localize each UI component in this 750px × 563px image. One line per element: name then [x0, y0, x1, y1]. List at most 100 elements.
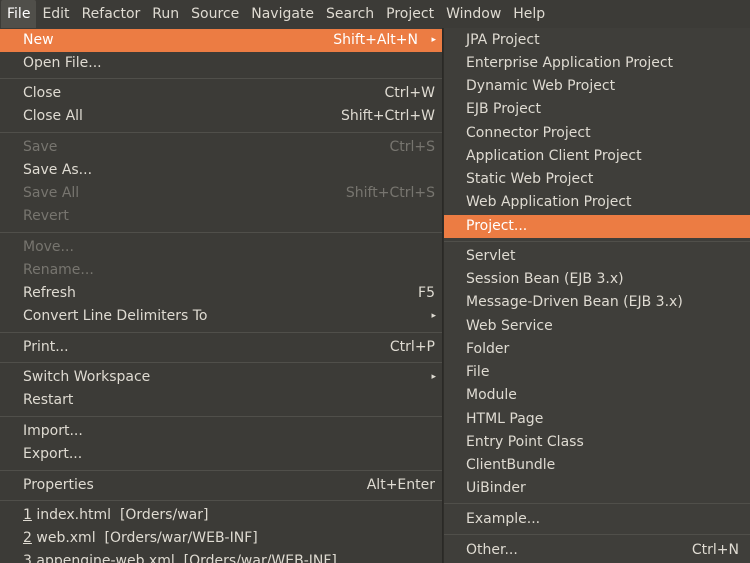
recent-file-number: 2 — [23, 530, 32, 546]
new-session-bean[interactable]: Session Bean (EJB 3.x) — [444, 268, 750, 291]
new-submenu: JPA Project Enterprise Application Proje… — [443, 28, 750, 563]
menu-item-convert-line-delimiters[interactable]: Convert Line Delimiters To ▸ — [0, 305, 442, 328]
menu-item-refresh[interactable]: Refresh F5 — [0, 282, 442, 305]
menu-item-label: HTML Page — [466, 411, 544, 427]
menu-item-label: Module — [466, 387, 517, 403]
menu-item-label: Application Client Project — [466, 148, 642, 164]
new-web-service[interactable]: Web Service — [444, 315, 750, 338]
new-servlet[interactable]: Servlet — [444, 245, 750, 268]
menu-run[interactable]: Run — [146, 0, 185, 28]
recent-file-item[interactable]: 2 web.xml [Orders/war/WEB-INF] — [0, 527, 442, 550]
new-message-driven-bean[interactable]: Message-Driven Bean (EJB 3.x) — [444, 291, 750, 314]
new-folder[interactable]: Folder — [444, 338, 750, 361]
menu-item-label: Open File... — [23, 55, 102, 71]
menu-item-label: UiBinder — [466, 480, 526, 496]
new-enterprise-application-project[interactable]: Enterprise Application Project — [444, 52, 750, 75]
new-html-page[interactable]: HTML Page — [444, 408, 750, 431]
menu-item-revert[interactable]: Revert — [0, 205, 442, 228]
menu-separator — [0, 232, 442, 233]
menu-project[interactable]: Project — [380, 0, 440, 28]
menu-item-shortcut: Shift+Ctrl+W — [340, 108, 435, 124]
menu-item-switch-workspace[interactable]: Switch Workspace ▸ — [0, 366, 442, 389]
menu-edit[interactable]: Edit — [36, 0, 75, 28]
menu-item-label: Enterprise Application Project — [466, 55, 674, 71]
menu-item-label: Other... — [466, 542, 518, 558]
submenu-arrow-icon: ▸ — [431, 372, 436, 382]
menu-separator — [0, 362, 442, 363]
recent-file-item[interactable]: 1 index.html [Orders/war] — [0, 504, 442, 527]
new-uibinder[interactable]: UiBinder — [444, 477, 750, 500]
recent-file-item[interactable]: 3 appengine-web.xml [Orders/war/WEB-INF] — [0, 550, 442, 563]
menu-item-save-all[interactable]: Save All Shift+Ctrl+S — [0, 182, 442, 205]
menu-item-open-file[interactable]: Open File... — [0, 52, 442, 75]
menu-item-label: Message-Driven Bean (EJB 3.x) — [466, 294, 683, 310]
menu-refactor[interactable]: Refactor — [76, 0, 147, 28]
recent-file-path: [Orders/war/WEB-INF] — [183, 553, 337, 563]
menu-navigate[interactable]: Navigate — [245, 0, 320, 28]
menu-item-shortcut: Alt+Enter — [366, 477, 435, 493]
menu-item-shortcut: Shift+Alt+N — [333, 32, 418, 48]
new-static-web-project[interactable]: Static Web Project — [444, 168, 750, 191]
menu-item-label: Servlet — [466, 248, 516, 264]
menu-item-label: Restart — [23, 392, 74, 408]
menu-item-export[interactable]: Export... — [0, 443, 442, 466]
menu-separator — [0, 332, 442, 333]
menu-item-import[interactable]: Import... — [0, 420, 442, 443]
menu-separator — [0, 470, 442, 471]
new-entry-point-class[interactable]: Entry Point Class — [444, 431, 750, 454]
new-ejb-project[interactable]: EJB Project — [444, 98, 750, 121]
recent-file-path: [Orders/war] — [119, 507, 209, 523]
new-module[interactable]: Module — [444, 384, 750, 407]
menu-item-label: Print... — [23, 339, 69, 355]
new-jpa-project[interactable]: JPA Project — [444, 29, 750, 52]
menu-item-label: Revert — [23, 208, 69, 224]
menu-separator — [0, 132, 442, 133]
menu-search[interactable]: Search — [320, 0, 380, 28]
menu-help[interactable]: Help — [507, 0, 551, 28]
new-application-client-project[interactable]: Application Client Project — [444, 145, 750, 168]
menu-item-restart[interactable]: Restart — [0, 389, 442, 412]
menu-item-label: Web Service — [466, 318, 553, 334]
new-connector-project[interactable]: Connector Project — [444, 122, 750, 145]
menu-item-properties[interactable]: Properties Alt+Enter — [0, 474, 442, 497]
menu-item-rename[interactable]: Rename... — [0, 259, 442, 282]
menu-item-label: Refresh — [23, 285, 76, 301]
new-example[interactable]: Example... — [444, 508, 750, 531]
menu-item-shortcut: Ctrl+W — [384, 85, 435, 101]
menu-separator — [444, 503, 750, 504]
menu-item-move[interactable]: Move... — [0, 236, 442, 259]
menu-item-label: Project... — [466, 218, 528, 234]
menu-item-label: Rename... — [23, 262, 94, 278]
new-clientbundle[interactable]: ClientBundle — [444, 454, 750, 477]
menu-item-label: Web Application Project — [466, 194, 632, 210]
recent-file-path: [Orders/war/WEB-INF] — [104, 530, 258, 546]
new-project[interactable]: Project... — [444, 215, 750, 238]
menu-source[interactable]: Source — [185, 0, 245, 28]
file-menu: New Shift+Alt+N ▸ Open File... Close Ctr… — [0, 28, 443, 563]
menu-item-label: Import... — [23, 423, 83, 439]
recent-file-number: 3 — [23, 553, 32, 563]
new-file[interactable]: File — [444, 361, 750, 384]
menu-item-new[interactable]: New Shift+Alt+N ▸ — [0, 29, 442, 52]
menu-item-print[interactable]: Print... Ctrl+P — [0, 336, 442, 359]
menu-item-label: Export... — [23, 446, 83, 462]
submenu-arrow-icon: ▸ — [431, 311, 436, 321]
menu-item-save[interactable]: Save Ctrl+S — [0, 136, 442, 159]
menu-item-label: File — [466, 364, 490, 380]
new-web-application-project[interactable]: Web Application Project — [444, 191, 750, 214]
menu-item-label: Entry Point Class — [466, 434, 584, 450]
new-other[interactable]: Other... Ctrl+N — [444, 539, 750, 562]
new-dynamic-web-project[interactable]: Dynamic Web Project — [444, 75, 750, 98]
menu-item-close[interactable]: Close Ctrl+W — [0, 82, 442, 105]
menu-item-close-all[interactable]: Close All Shift+Ctrl+W — [0, 105, 442, 128]
menu-separator — [0, 416, 442, 417]
menu-item-label: Convert Line Delimiters To — [23, 308, 208, 324]
menu-separator — [444, 534, 750, 535]
menu-window[interactable]: Window — [440, 0, 507, 28]
recent-file-number: 1 — [23, 507, 32, 523]
menu-item-label: Switch Workspace — [23, 369, 151, 385]
recent-file-name: appengine-web.xml — [36, 553, 175, 563]
menu-item-save-as[interactable]: Save As... — [0, 159, 442, 182]
menu-item-shortcut: Shift+Ctrl+S — [345, 185, 435, 201]
menu-file[interactable]: File — [1, 0, 37, 28]
